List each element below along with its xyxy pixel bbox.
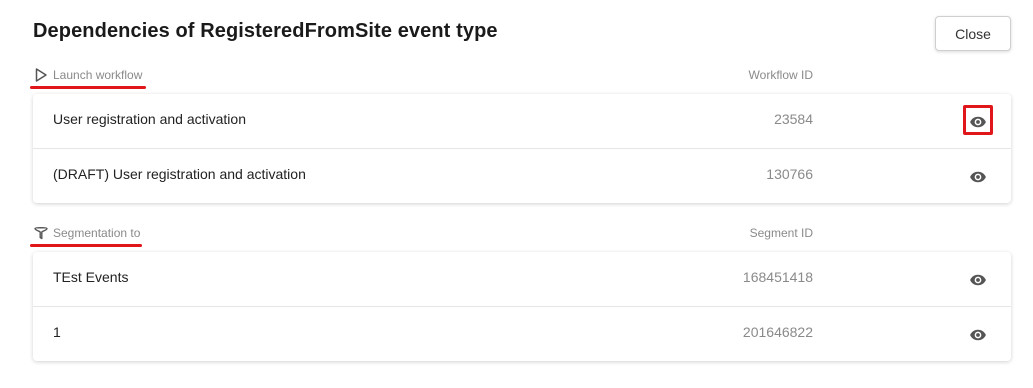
segment-list: TEst Events 168451418 1 201646822	[33, 252, 1011, 361]
segment-section-header: Segmentation to Segment ID	[33, 225, 813, 243]
table-row[interactable]: 1 201646822	[33, 307, 1011, 361]
eye-icon[interactable]	[969, 326, 987, 344]
close-button[interactable]: Close	[935, 16, 1011, 51]
segment-section-label: Segmentation to	[53, 226, 141, 240]
segment-name: 1	[53, 324, 61, 340]
workflow-name: User registration and activation	[53, 111, 246, 127]
filter-funnel-icon	[33, 225, 49, 241]
segment-name: TEst Events	[53, 269, 129, 285]
workflow-section-underline	[30, 86, 146, 89]
eye-icon[interactable]	[969, 271, 987, 289]
eye-icon-highlight	[963, 105, 993, 135]
workflow-id: 130766	[766, 166, 813, 182]
workflow-list: User registration and activation 23584 (…	[33, 94, 1011, 203]
workflow-section-label: Launch workflow	[53, 68, 143, 82]
table-row[interactable]: (DRAFT) User registration and activation…	[33, 149, 1011, 203]
segment-id: 168451418	[742, 269, 813, 285]
table-row[interactable]: User registration and activation 23584	[33, 94, 1011, 149]
segment-section-underline	[30, 244, 142, 247]
workflow-name: (DRAFT) User registration and activation	[53, 166, 306, 182]
play-outline-icon	[33, 67, 49, 83]
dialog-title: Dependencies of RegisteredFromSite event…	[33, 20, 498, 42]
workflow-section-header: Launch workflow Workflow ID	[33, 67, 813, 85]
segment-id: 201646822	[742, 324, 813, 340]
segment-id-column-header: Segment ID	[749, 226, 813, 240]
workflow-id: 23584	[774, 111, 813, 127]
table-row[interactable]: TEst Events 168451418	[33, 252, 1011, 307]
eye-icon[interactable]	[969, 168, 987, 186]
workflow-id-column-header: Workflow ID	[748, 68, 813, 82]
